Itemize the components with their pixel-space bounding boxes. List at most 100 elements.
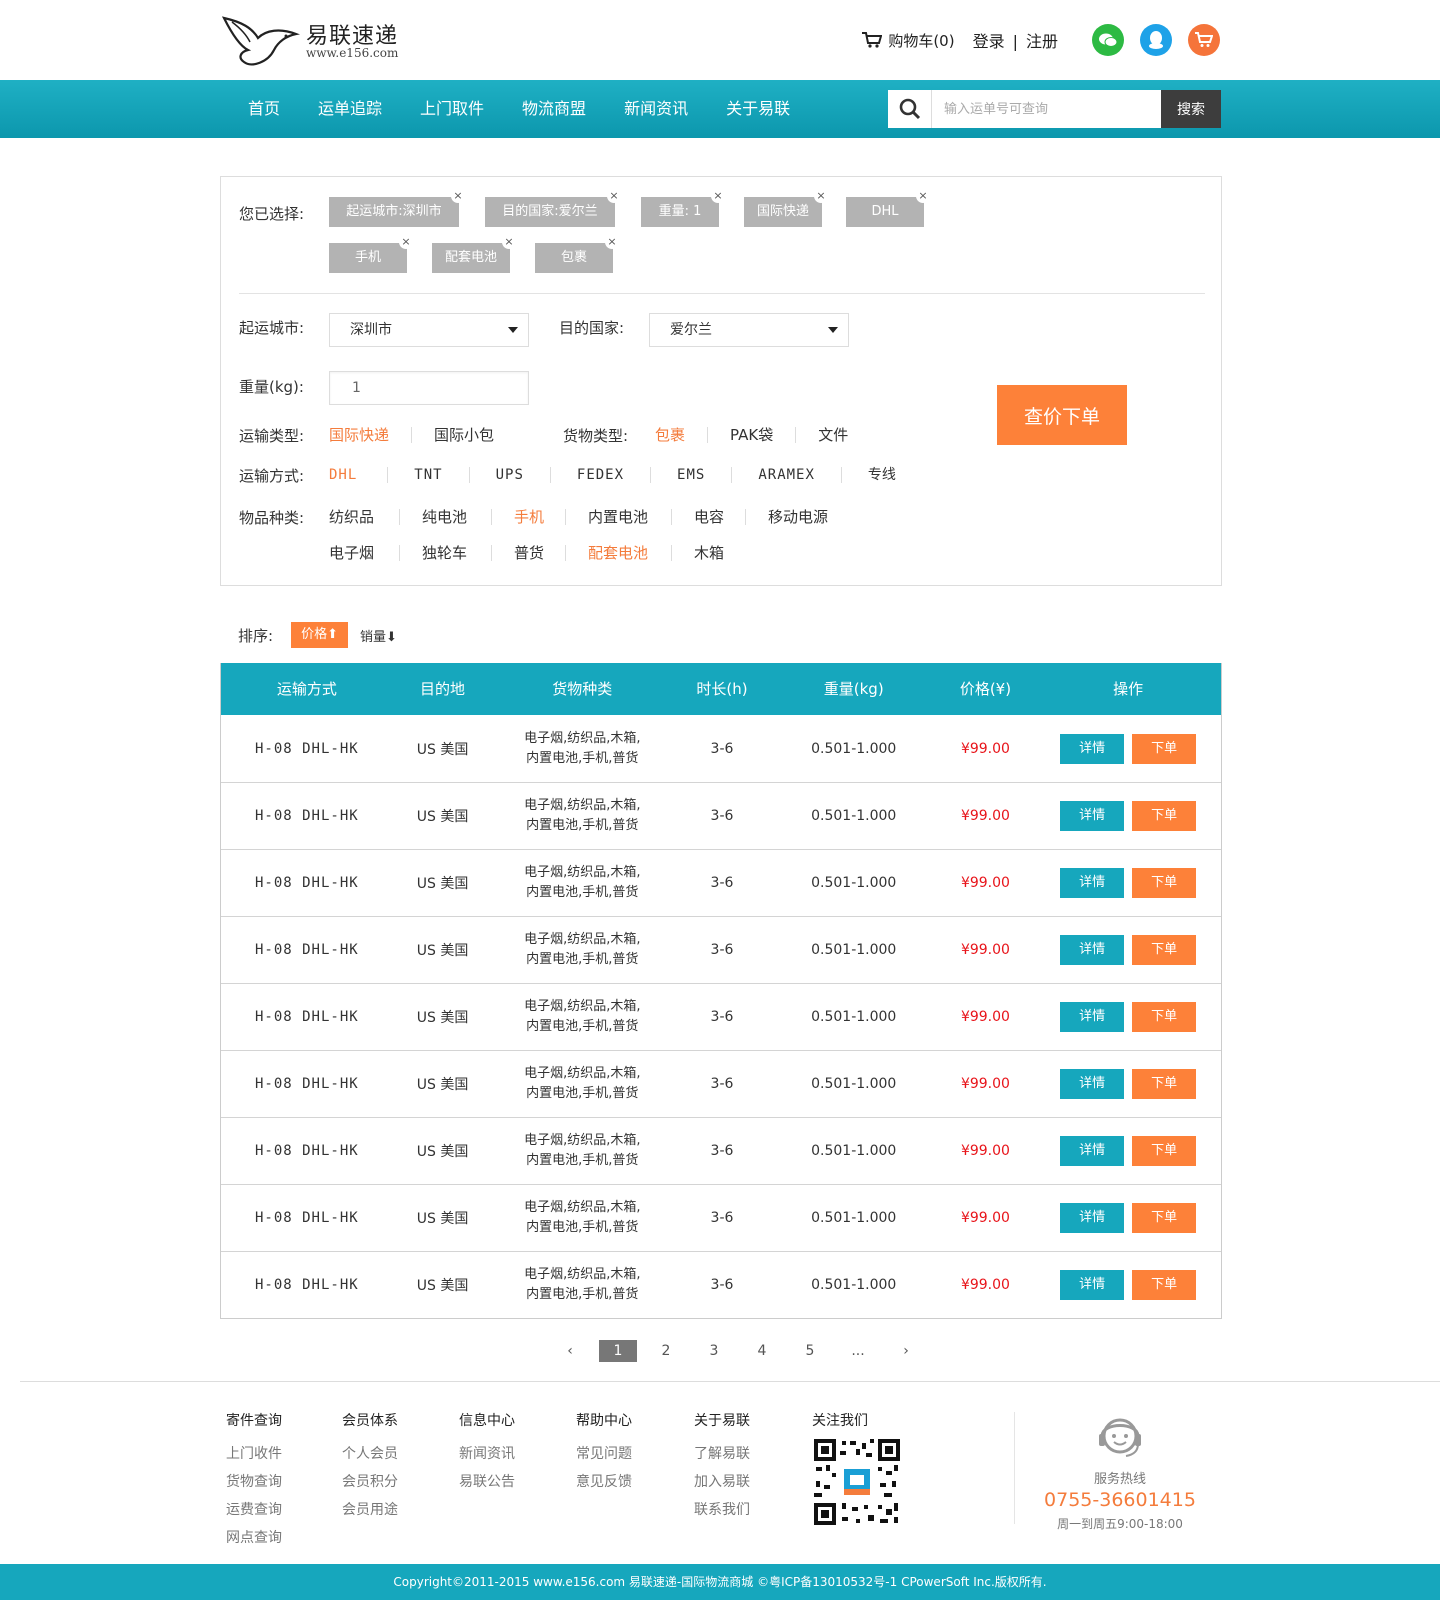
close-icon[interactable]: ×	[451, 189, 465, 203]
footer-link[interactable]: 常见问题	[576, 1440, 632, 1468]
option-unicycle[interactable]: 独轮车	[399, 545, 491, 561]
option-matching-battery[interactable]: 配套电池	[565, 545, 671, 561]
order-button[interactable]: 下单	[1132, 1203, 1197, 1233]
site-logo[interactable]: 易联速递 www.e156.com	[222, 12, 402, 68]
option-fedex[interactable]: FEDEX	[549, 467, 650, 483]
cell-actions: 详情 下单	[1035, 733, 1221, 764]
nav-item-tracking[interactable]: 运单追踪	[318, 80, 382, 138]
footer-link[interactable]: 意见反馈	[576, 1468, 632, 1496]
option-ems[interactable]: EMS	[650, 467, 731, 483]
option-intl-express[interactable]: 国际快递	[329, 427, 411, 443]
sort-by-price-button[interactable]: 价格⬆	[291, 622, 348, 648]
footer-link[interactable]: 联系我们	[694, 1496, 750, 1524]
close-icon[interactable]: ×	[814, 189, 828, 203]
login-link[interactable]: 登录	[973, 32, 1005, 51]
option-tnt[interactable]: TNT	[387, 467, 468, 483]
quote-order-button[interactable]: 查价下单	[997, 385, 1127, 445]
chip-cargo: 包裹 ×	[535, 235, 619, 273]
qq-icon[interactable]	[1140, 24, 1172, 56]
close-icon[interactable]: ×	[711, 189, 725, 203]
wechat-icon[interactable]	[1092, 24, 1124, 56]
close-icon[interactable]: ×	[607, 189, 621, 203]
shop-cart-icon[interactable]	[1188, 24, 1220, 56]
detail-button[interactable]: 详情	[1060, 868, 1125, 898]
order-button[interactable]: 下单	[1132, 868, 1197, 898]
detail-button[interactable]: 详情	[1060, 733, 1125, 764]
next-page-icon[interactable]: ›	[882, 1343, 930, 1359]
detail-button[interactable]: 详情	[1060, 1136, 1125, 1166]
close-icon[interactable]: ×	[502, 235, 516, 249]
page-3[interactable]: 3	[690, 1343, 738, 1359]
option-ups[interactable]: UPS	[468, 467, 550, 483]
register-link[interactable]: 注册	[1026, 32, 1058, 51]
close-icon[interactable]: ×	[605, 235, 619, 249]
nav-item-news[interactable]: 新闻资讯	[624, 80, 688, 138]
option-textiles[interactable]: 纺织品	[329, 509, 399, 525]
search-icon[interactable]	[888, 90, 932, 128]
nav-item-about[interactable]: 关于易联	[726, 80, 790, 138]
nav-item-alliance[interactable]: 物流商盟	[522, 80, 586, 138]
order-button[interactable]: 下单	[1132, 733, 1197, 764]
footer-link[interactable]: 网点查询	[226, 1524, 282, 1552]
option-capacitor[interactable]: 电容	[671, 509, 745, 525]
nav-item-pickup[interactable]: 上门取件	[420, 80, 484, 138]
detail-button[interactable]: 详情	[1060, 935, 1125, 965]
option-document[interactable]: 文件	[795, 427, 870, 443]
option-phone[interactable]: 手机	[491, 509, 565, 525]
option-power-bank[interactable]: 移动电源	[745, 509, 828, 525]
footer-link[interactable]: 新闻资讯	[459, 1440, 515, 1468]
footer-col-title: 帮助中心	[576, 1413, 632, 1429]
nav-item-home[interactable]: 首页	[248, 80, 280, 138]
close-icon[interactable]: ×	[916, 189, 930, 203]
footer-link[interactable]: 会员用途	[342, 1496, 398, 1524]
option-dhl[interactable]: DHL	[329, 467, 387, 483]
detail-button[interactable]: 详情	[1060, 1002, 1125, 1032]
chip-label: 重量: 1	[658, 204, 702, 219]
close-icon[interactable]: ×	[399, 235, 413, 249]
option-builtin-battery[interactable]: 内置电池	[565, 509, 671, 525]
order-button[interactable]: 下单	[1132, 1002, 1197, 1032]
cart-link[interactable]: 购物车(0)	[862, 30, 955, 51]
order-button[interactable]: 下单	[1132, 801, 1197, 831]
detail-button[interactable]: 详情	[1060, 801, 1125, 831]
option-pure-battery[interactable]: 纯电池	[399, 509, 491, 525]
destination-select[interactable]: 爱尔兰	[649, 313, 849, 347]
option-special-line[interactable]: 专线	[840, 467, 922, 483]
option-general-goods[interactable]: 普货	[491, 545, 565, 561]
search-input[interactable]	[932, 90, 1161, 128]
option-intl-packet[interactable]: 国际小包	[411, 427, 516, 443]
origin-select[interactable]: 深圳市	[329, 313, 529, 347]
prev-page-icon[interactable]: ‹	[546, 1343, 594, 1359]
footer-link[interactable]: 易联公告	[459, 1468, 515, 1496]
order-button[interactable]: 下单	[1132, 935, 1197, 965]
footer-link[interactable]: 加入易联	[694, 1468, 750, 1496]
footer-link[interactable]: 货物查询	[226, 1468, 282, 1496]
sort-by-sales-button[interactable]: 销量⬇	[360, 626, 397, 645]
page-4[interactable]: 4	[738, 1343, 786, 1359]
option-aramex[interactable]: ARAMEX	[731, 467, 841, 483]
logo-url: www.e156.com	[306, 46, 399, 60]
footer-link[interactable]: 个人会员	[342, 1440, 398, 1468]
footer-link[interactable]: 运费查询	[226, 1496, 282, 1524]
option-e-cigarette[interactable]: 电子烟	[329, 545, 399, 561]
footer-link[interactable]: 会员积分	[342, 1468, 398, 1496]
cell-price: ¥99.00	[960, 1143, 1010, 1159]
order-button[interactable]: 下单	[1132, 1136, 1197, 1166]
order-button[interactable]: 下单	[1132, 1270, 1197, 1300]
footer-link[interactable]: 上门收件	[226, 1440, 282, 1468]
search-button[interactable]: 搜索	[1161, 90, 1221, 128]
footer-link[interactable]: 了解易联	[694, 1440, 750, 1468]
cell-price: ¥99.00	[960, 1076, 1010, 1092]
page-1[interactable]: 1	[599, 1340, 637, 1362]
cargo-line: 电子烟,纺织品,木箱,	[524, 932, 641, 947]
detail-button[interactable]: 详情	[1060, 1270, 1125, 1300]
weight-input[interactable]	[329, 371, 529, 405]
detail-button[interactable]: 详情	[1060, 1203, 1125, 1233]
page-2[interactable]: 2	[642, 1343, 690, 1359]
option-wooden-box[interactable]: 木箱	[671, 545, 724, 561]
option-package[interactable]: 包裹	[655, 427, 707, 443]
option-pak[interactable]: PAK袋	[707, 427, 795, 443]
detail-button[interactable]: 详情	[1060, 1069, 1125, 1099]
order-button[interactable]: 下单	[1132, 1069, 1197, 1099]
page-5[interactable]: 5	[786, 1343, 834, 1359]
